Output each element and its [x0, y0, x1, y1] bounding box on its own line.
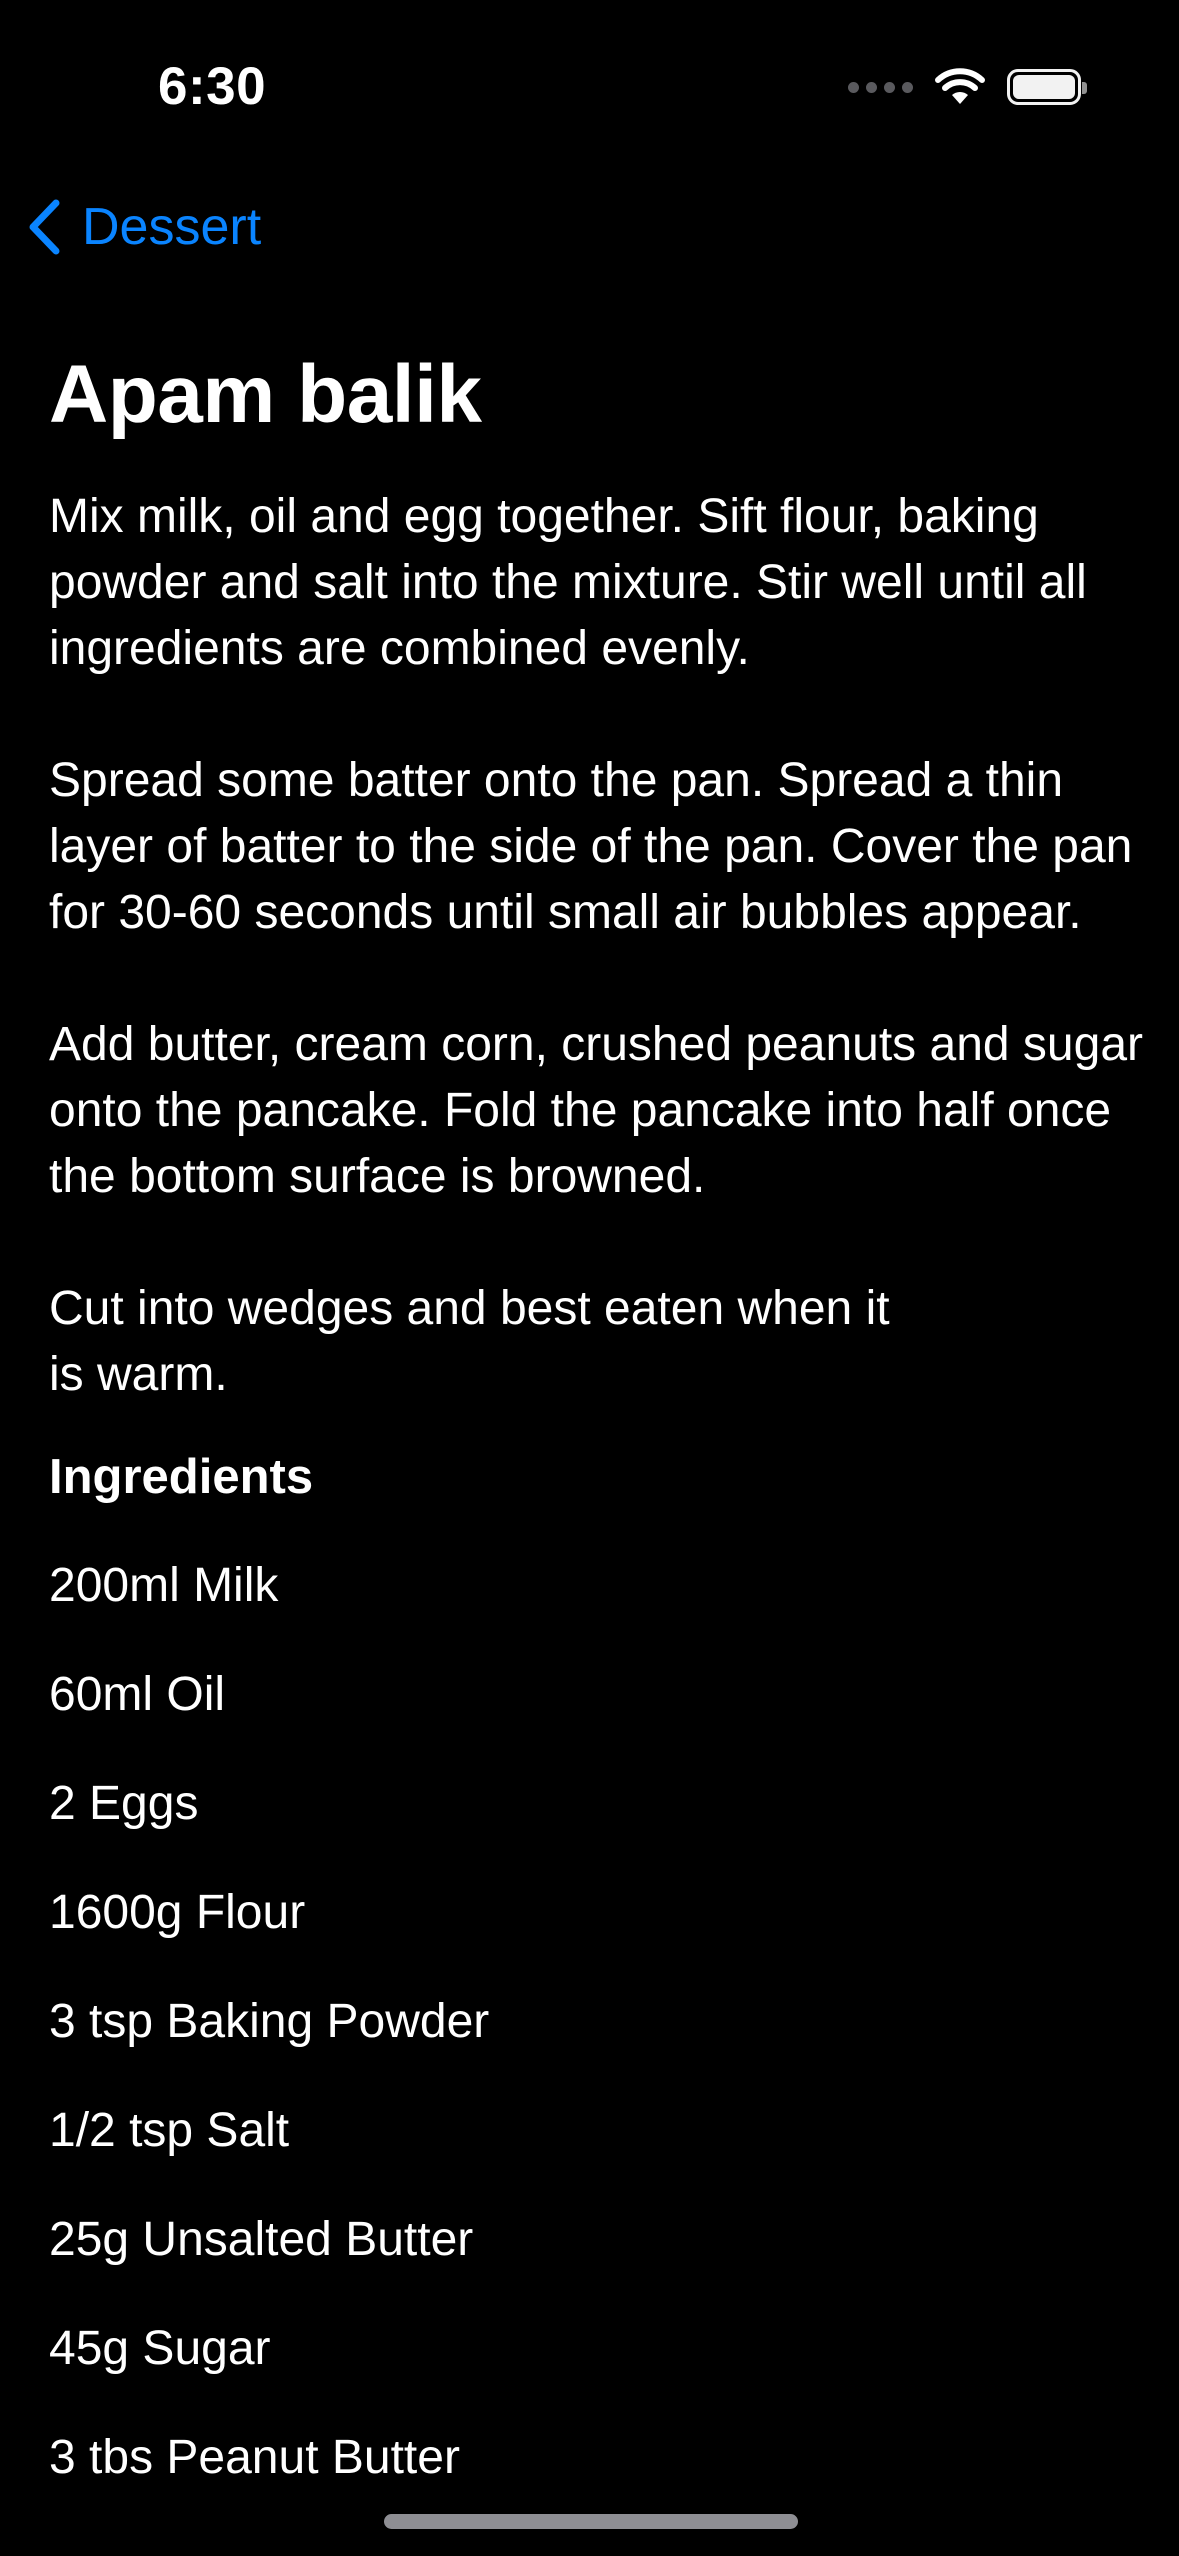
recipe-instructions: Mix milk, oil and egg together. Sift flo…: [49, 490, 1143, 1401]
ingredient-item: 200ml Milk: [49, 1559, 279, 1612]
recipe-title: Apam balik: [49, 349, 482, 440]
ingredient-item: 1/2 tsp Salt: [49, 2104, 290, 2157]
ingredient-item: 1600g Flour: [49, 1886, 306, 1939]
status-bar: 6:30: [0, 0, 1179, 150]
recipe-detail: Apam balik Mix milk, oil and egg togethe…: [49, 340, 1149, 2534]
ingredient-item: 2 Eggs: [49, 1777, 199, 1830]
ingredient-item: 45g Sugar: [49, 2322, 271, 2375]
wifi-icon: [935, 68, 985, 104]
ingredient-list: 200ml Milk 60ml Oil 2 Eggs 1600g Flour 3…: [49, 1553, 1149, 2534]
home-indicator[interactable]: [384, 2514, 798, 2529]
status-time: 6:30: [158, 57, 267, 116]
ingredient-item: 60ml Oil: [49, 1668, 226, 1721]
status-icons: [848, 62, 1087, 112]
battery-icon: [1007, 69, 1087, 105]
chevron-left-icon: [29, 199, 60, 255]
cellular-signal-icon: [848, 81, 913, 93]
back-button[interactable]: Dessert: [26, 192, 261, 262]
back-button-label: Dessert: [82, 198, 262, 256]
ingredient-item: 3 tsp Baking Powder: [49, 1995, 490, 2048]
ingredient-item: 25g Unsalted Butter: [49, 2213, 474, 2266]
ingredients-heading: Ingredients: [49, 1450, 314, 1504]
